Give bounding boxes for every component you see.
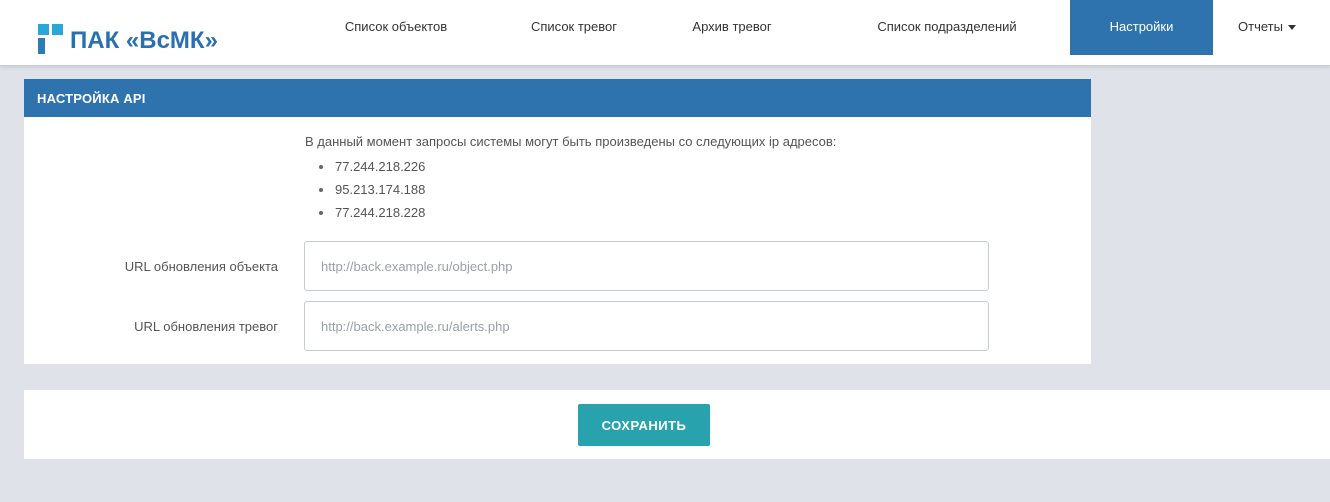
logo-text: ПАК «ВсМК» — [70, 27, 218, 54]
ip-list-item: 77.244.218.228 — [318, 201, 836, 224]
nav-item-label: Список тревог — [530, 19, 617, 34]
nav-item-reports[interactable]: Отчеты — [1238, 0, 1330, 55]
ip-list-item: 95.213.174.188 — [318, 178, 836, 201]
caret-down-icon — [1287, 25, 1296, 30]
nav-item-departments[interactable]: Список подразделений — [847, 0, 1047, 55]
alerts-url-input[interactable] — [304, 301, 989, 351]
object-url-input[interactable] — [304, 241, 989, 291]
logo[interactable]: ПАК «ВсМК» — [38, 14, 218, 58]
alerts-url-row: URL обновления тревог — [24, 301, 1091, 351]
nav-item-label: Отчеты — [1238, 19, 1283, 34]
object-url-row: URL обновления объекта — [24, 241, 1091, 291]
alerts-url-label: URL обновления тревог — [134, 318, 278, 334]
nav-item-label: Список подразделений — [877, 19, 1017, 34]
object-url-label: URL обновления объекта — [124, 258, 278, 274]
ip-intro-text: В данный момент запросы системы могут бы… — [305, 134, 837, 149]
ip-list: 77.244.218.226 95.213.174.188 77.244.218… — [305, 155, 836, 224]
nav-item-alerts-archive[interactable]: Архив тревог — [672, 0, 792, 55]
ip-list-item: 77.244.218.226 — [318, 155, 836, 178]
nav-item-label: Список объектов — [344, 19, 448, 34]
nav-item-alerts[interactable]: Список тревог — [509, 0, 639, 55]
save-button[interactable]: СОХРАНИТЬ — [578, 404, 710, 446]
save-bar: СОХРАНИТЬ — [24, 390, 1330, 459]
top-navbar: ПАК «ВсМК» Список объектов Список тревог… — [0, 0, 1330, 66]
ip-info: В данный момент запросы системы могут бы… — [305, 133, 836, 224]
logo-mark-icon — [38, 24, 68, 54]
nav-item-objects[interactable]: Список объектов — [316, 0, 476, 55]
panel-title: НАСТРОЙКА API — [24, 79, 1091, 117]
nav-item-settings[interactable]: Настройки — [1070, 0, 1213, 55]
nav-item-label: Архив тревог — [692, 19, 772, 34]
api-settings-panel: НАСТРОЙКА API В данный момент запросы си… — [24, 79, 1091, 364]
nav-item-label: Настройки — [1109, 19, 1174, 34]
